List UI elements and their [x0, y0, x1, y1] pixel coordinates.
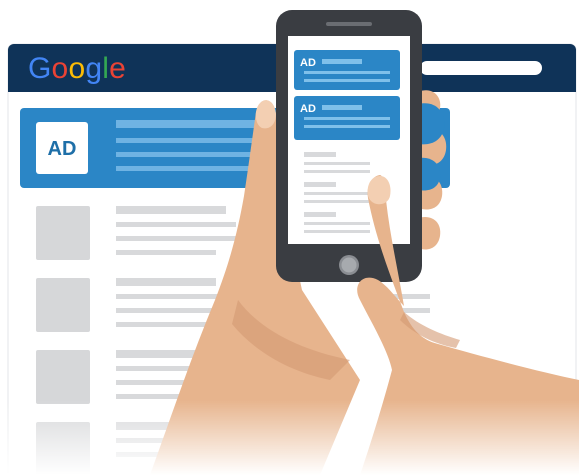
- result-thumbnail: [36, 278, 90, 332]
- logo-letter: g: [85, 52, 102, 85]
- result-text-line: [116, 250, 216, 255]
- smartphone: AD AD: [276, 10, 422, 282]
- result-title-line: [116, 206, 226, 214]
- result-thumbnail: [36, 206, 90, 260]
- ad-text-line: [304, 117, 390, 120]
- logo-letter: l: [102, 52, 109, 85]
- ad-text-line: [116, 166, 256, 171]
- result-text-line: [116, 236, 236, 241]
- logo-letter: o: [52, 52, 69, 85]
- search-bar[interactable]: [420, 61, 542, 75]
- google-logo: Google: [28, 52, 126, 85]
- phone-ad-result[interactable]: AD: [294, 50, 400, 90]
- ad-text-line: [304, 71, 390, 74]
- ad-text-line: [304, 79, 390, 82]
- result-text-line: [116, 322, 206, 327]
- phone-speaker: [326, 22, 372, 26]
- phone-ad-result[interactable]: AD: [294, 96, 400, 140]
- illustration: Google AD AD AD: [0, 10, 579, 475]
- ad-title-line: [116, 120, 266, 128]
- result-text-line: [116, 294, 226, 299]
- ad-title-line: [322, 59, 362, 64]
- logo-letter: G: [28, 52, 52, 85]
- result-thumbnail: [36, 350, 90, 404]
- bottom-fade: [0, 400, 579, 475]
- logo-letter: o: [68, 52, 85, 85]
- phone-ad-badge: AD: [300, 103, 316, 115]
- ad-text-line: [304, 125, 390, 128]
- result-text-line: [116, 222, 236, 227]
- ad-badge-label: AD: [48, 138, 77, 160]
- phone-ad-badge: AD: [300, 57, 316, 69]
- ad-title-line: [322, 105, 362, 110]
- logo-letter: e: [109, 52, 126, 85]
- result-text-line: [116, 308, 226, 313]
- result-title-line: [116, 278, 216, 286]
